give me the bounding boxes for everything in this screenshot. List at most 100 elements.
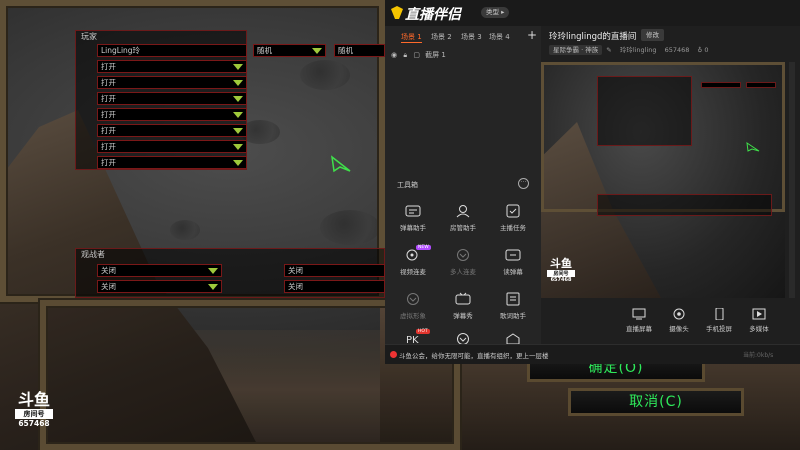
chevron-down-icon	[233, 80, 243, 86]
edit-button[interactable]: 修改	[641, 29, 664, 41]
room-meta: 星际争霸 · 神族 ✎ 玲玲lingling 657468 ♁ 0	[549, 44, 709, 55]
tab-scene-4[interactable]: 场景 4	[489, 32, 510, 42]
observer-select-3[interactable]: 关闭	[284, 264, 385, 277]
preview-select	[746, 82, 776, 88]
room-title: 玲玲linglingd的直播间	[549, 32, 637, 42]
tool-label: 主播任务	[500, 224, 526, 232]
chevron-down-icon	[233, 96, 243, 102]
media-icon	[752, 308, 766, 320]
notice-bar: 斗鱼公会，给你无限可能，直播有组织，更上一层楼 当前:0kb/s	[385, 344, 800, 364]
tool-label: 多媒体	[749, 325, 769, 333]
chevron-down-icon	[233, 128, 243, 134]
room-label: 房间号	[547, 270, 575, 277]
notice-text[interactable]: 斗鱼公会，给你无限可能，直播有组织，更上一层楼	[399, 350, 549, 360]
player1-name-select[interactable]: LingLing玲	[97, 44, 247, 57]
room-manager-icon	[456, 205, 470, 218]
preview-select	[701, 82, 741, 88]
tool-avatar[interactable]: 虚拟形象	[388, 292, 438, 320]
chevron-down-icon	[233, 144, 243, 150]
chevron-down-icon	[233, 112, 243, 118]
chevron-down-icon	[312, 48, 322, 54]
douyu-logo-icon: 斗鱼	[550, 257, 572, 270]
slot-value: 打开	[101, 110, 116, 119]
tool-label: 读弹幕	[503, 268, 523, 276]
tool-label: 多人连麦	[450, 268, 476, 276]
cursor-icon	[330, 155, 351, 173]
visibility-eye-icon[interactable]: ◉	[391, 51, 397, 59]
slot-select-1[interactable]: 打开	[97, 60, 247, 73]
tab-scene-1[interactable]: 场景 1	[401, 32, 422, 43]
category-tag[interactable]: 星际争霸 · 神族	[549, 45, 603, 55]
chevron-down-icon	[208, 268, 218, 274]
edit-pencil-icon[interactable]: ✎	[606, 46, 611, 54]
slot-select-7[interactable]: 打开	[97, 156, 247, 169]
observer-select-2[interactable]: 关闭	[97, 280, 222, 293]
stream-preview[interactable]: 斗鱼 房间号 657468	[541, 62, 785, 298]
tab-scene-3[interactable]: 场景 3	[461, 32, 482, 42]
chevron-down-icon	[233, 160, 243, 166]
multi-link-icon	[457, 249, 469, 261]
task-icon	[506, 204, 520, 218]
cancel-label: 取消(C)	[629, 394, 683, 410]
slot-value: 打开	[101, 62, 116, 71]
player1-race: 随机	[257, 46, 272, 55]
slot-select-4[interactable]: 打开	[97, 108, 247, 121]
preview-douyu-watermark: 斗鱼 房间号 657468	[547, 258, 575, 283]
video-link-icon	[406, 249, 418, 261]
slot-select-2[interactable]: 打开	[97, 76, 247, 89]
version-button[interactable]: 类型 ▸	[481, 7, 510, 18]
observer-value: 关闭	[101, 266, 116, 275]
slot-select-3[interactable]: 打开	[97, 92, 247, 105]
danmu-show-icon	[455, 292, 471, 305]
preview-observers-panel	[597, 194, 772, 216]
fans-count: 0	[704, 46, 709, 54]
slot-select-5[interactable]: 打开	[97, 124, 247, 137]
slot-value: 打开	[101, 94, 116, 103]
slot-select-6[interactable]: 打开	[97, 140, 247, 153]
tool-label: 房管助手	[450, 224, 476, 232]
fans-icon: ♁	[697, 46, 703, 54]
observer-select-4[interactable]: 关闭	[284, 280, 385, 293]
tool-video-link[interactable]: NEW 视频连麦	[388, 245, 438, 276]
lyrics-icon	[506, 292, 520, 306]
observer-select-1[interactable]: 关闭	[97, 264, 222, 277]
tool-phone-cast[interactable]: 手机投屏	[701, 308, 737, 333]
slot-value: 打开	[101, 126, 116, 135]
tool-camera[interactable]: 摄像头	[661, 308, 697, 333]
tool-label: 弹幕助手	[400, 224, 426, 232]
add-scene-button[interactable]: +	[527, 28, 537, 42]
tool-room-manager[interactable]: 房管助手	[438, 204, 488, 232]
observer-value: 关闭	[101, 282, 116, 291]
tool-lyrics[interactable]: 歌词助手	[488, 292, 538, 320]
observers-title: 观战者	[81, 250, 105, 259]
tool-screen-capture[interactable]: 直播屏幕	[621, 308, 657, 333]
observer-value: 关闭	[288, 282, 303, 291]
source-item[interactable]: ◉ 🔒︎ ▢ 截屏 1	[391, 50, 446, 60]
tool-danmu-assistant[interactable]: 弹幕助手	[388, 204, 438, 232]
scene-panel: 场景 1 场景 2 场景 3 场景 4 + ◉ 🔒︎ ▢ 截屏 1 工具箱 ··…	[385, 26, 541, 364]
tool-label: 手机投屏	[706, 325, 732, 333]
players-title: 玩家	[81, 32, 97, 41]
tool-label: 摄像头	[669, 325, 689, 333]
tool-read-danmu[interactable]: 读弹幕	[488, 248, 538, 276]
tab-scene-2[interactable]: 场景 2	[431, 32, 452, 42]
notice-icon	[390, 351, 397, 358]
tool-multimedia[interactable]: 多媒体	[741, 308, 777, 333]
tool-label: 视频连麦	[400, 268, 426, 276]
player1-team-select[interactable]: 随机	[334, 44, 385, 57]
tool-multi-link[interactable]: 多人连麦	[438, 248, 488, 276]
tool-danmu-show[interactable]: 弹幕秀	[438, 292, 488, 320]
hot-badge: HOT	[416, 329, 430, 334]
read-danmu-icon	[505, 249, 521, 261]
new-badge: NEW	[416, 245, 431, 250]
preview-side-toolbar[interactable]	[789, 62, 795, 298]
avatar-icon	[407, 293, 419, 305]
player1-name: LingLing玲	[101, 46, 141, 55]
player1-race-select[interactable]: 随机	[253, 44, 326, 57]
cancel-button[interactable]: 取消(C)	[568, 388, 744, 416]
room-number: 657468	[550, 277, 572, 283]
streamer-name: 玲玲lingling	[619, 46, 657, 54]
lock-icon[interactable]: 🔒︎	[403, 51, 407, 59]
more-icon[interactable]: ···	[518, 178, 529, 189]
tool-streamer-task[interactable]: 主播任务	[488, 204, 538, 232]
